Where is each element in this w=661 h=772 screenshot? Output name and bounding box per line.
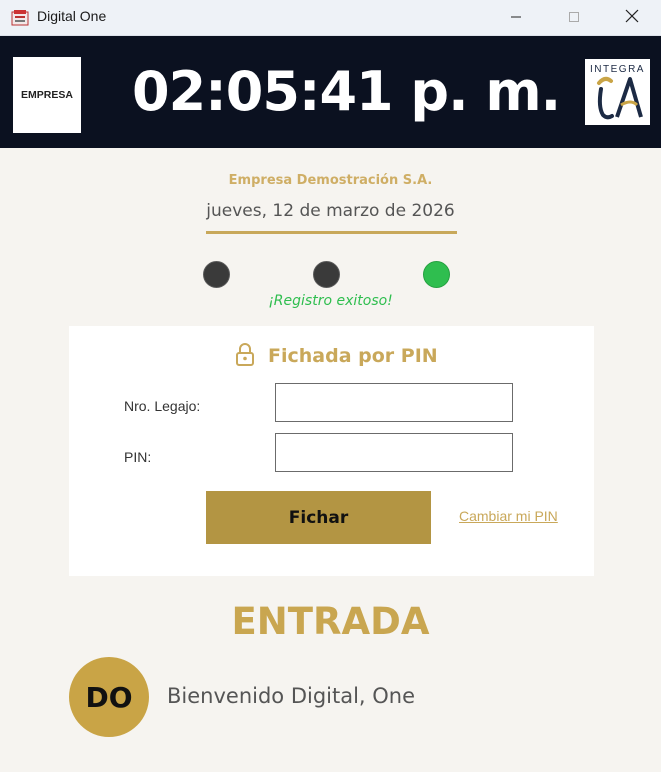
legajo-input[interactable] xyxy=(275,383,513,422)
date-divider xyxy=(206,231,457,234)
status-message: ¡Registro exitoso! xyxy=(268,293,393,309)
welcome-message: Bienvenido Digital, One xyxy=(167,684,416,708)
avatar-initials: DO xyxy=(85,680,133,714)
integra-logo: INTEGRA xyxy=(585,59,650,125)
status-indicator-3 xyxy=(423,261,450,288)
pin-label: PIN: xyxy=(124,449,152,465)
minimize-icon xyxy=(510,8,522,27)
company-logo: EMPRESA xyxy=(13,57,81,133)
app-icon xyxy=(10,8,30,28)
fichar-button[interactable]: Fichar xyxy=(206,491,431,544)
change-pin-link[interactable]: Cambiar mi PIN xyxy=(459,508,558,524)
clock-display: 02:05:41 p. m. xyxy=(132,60,561,123)
integra-logo-text: INTEGRA xyxy=(590,64,645,75)
maximize-icon xyxy=(568,8,580,27)
status-indicator-1 xyxy=(203,261,230,288)
pin-input[interactable] xyxy=(275,433,513,472)
window-title: Digital One xyxy=(37,8,107,24)
legajo-label: Nro. Legajo: xyxy=(124,398,201,414)
company-name: Empresa Demostración S.A. xyxy=(228,173,433,188)
status-indicator-2 xyxy=(313,261,340,288)
current-date: jueves, 12 de marzo de 2026 xyxy=(206,201,455,221)
minimize-button[interactable] xyxy=(493,0,539,34)
company-logo-text: EMPRESA xyxy=(21,89,73,101)
lock-icon xyxy=(234,342,256,370)
pin-form-title-text: Fichada por PIN xyxy=(268,345,438,367)
close-button[interactable] xyxy=(609,0,655,34)
maximize-button[interactable] xyxy=(551,0,597,34)
avatar: DO xyxy=(69,657,149,737)
window-titlebar: Digital One xyxy=(0,0,661,36)
header-band: EMPRESA 02:05:41 p. m. INTEGRA xyxy=(0,36,661,148)
pin-form-title: Fichada por PIN xyxy=(234,342,438,370)
result-type: ENTRADA xyxy=(231,600,430,643)
close-icon xyxy=(625,8,639,27)
